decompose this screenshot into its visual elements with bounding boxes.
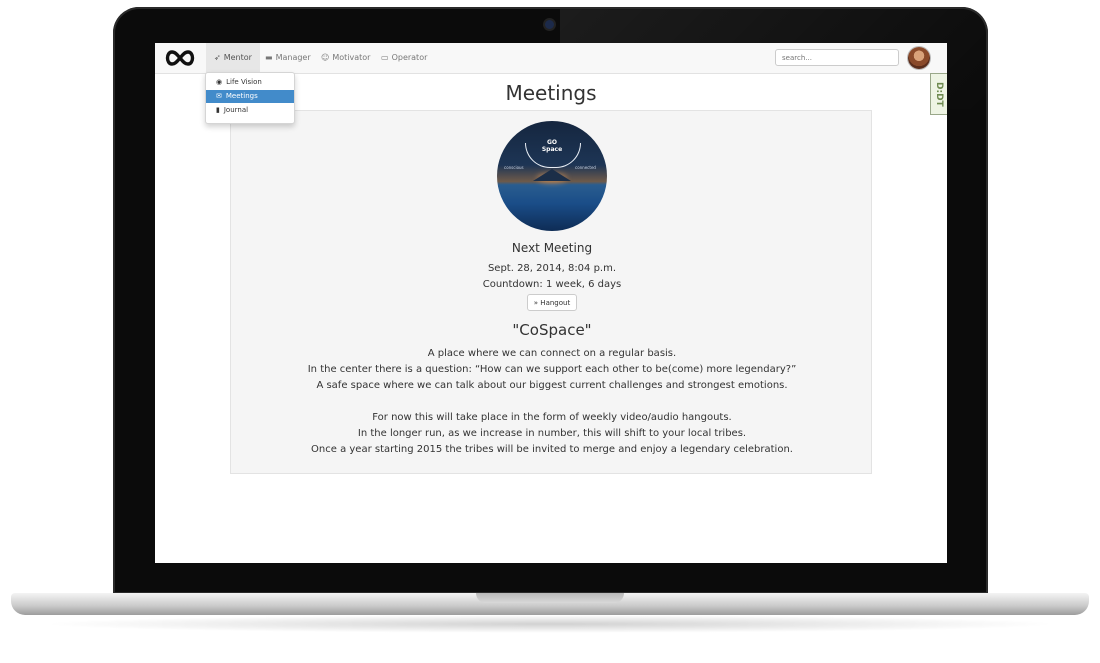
book-icon: ▮ [216,106,220,114]
briefcase-icon: ▬ [265,53,273,62]
meeting-date: Sept. 28, 2014, 8:04 p.m. [487,263,617,274]
nav-motivator-label: Motivator [332,53,371,62]
dropdown-item-label: Life Vision [226,78,262,86]
dropdown-item-life-vision[interactable]: ◉ Life Vision [206,76,294,89]
camera-icon [545,20,554,29]
logo-right-word: connected [575,165,596,170]
eye-icon: ◉ [216,78,223,86]
navbar: ➶ Mentor ▬ Manager ☺ Motivator ▭ Operator [155,43,947,74]
logo-line2: Space [541,146,563,153]
cospace-logo: GO Space conscious connected [497,121,607,231]
brand-logo-icon[interactable] [163,49,197,67]
description-line: In the center there is a question: “How … [307,364,797,375]
avatar[interactable] [908,47,930,69]
nav-motivator[interactable]: ☺ Motivator [313,43,378,73]
logo-left-word: conscious [504,165,524,170]
description-line: For now this will take place in the form… [372,412,732,423]
meeting-countdown: Countdown: 1 week, 6 days [482,279,622,290]
dropdown-item-meetings[interactable]: ✉ Meetings [206,90,294,103]
dropdown-item-label: Journal [223,106,249,114]
laptop-shadow [40,615,1060,633]
meeting-card: GO Space conscious connected Next Meetin… [230,110,872,474]
nav-operator-label: Operator [391,53,428,62]
description-line: A safe space where we can talk about our… [316,380,788,391]
comments-icon: ✉ [216,92,222,100]
logo-text: GO Space [497,139,607,153]
hangout-button[interactable]: » Hangout [527,294,577,311]
laptop-notch [476,593,624,603]
cospace-title: "CoSpace" [512,321,592,339]
next-meeting-heading: Next Meeting [511,241,593,255]
logo-line1: GO [546,139,558,146]
nav-operator[interactable]: ▭ Operator [373,43,435,73]
screen: ➶Mentor ▬Manager ☺Motivator ▭Operator ◉L… [155,43,947,563]
dropdown-item-journal[interactable]: ▮ Journal [206,104,294,117]
description-line: Once a year starting 2015 the tribes wil… [311,444,793,455]
smile-icon: ☺ [321,53,330,62]
rocket-icon: ➶ [214,53,221,62]
mentor-dropdown-menu: ◉ Life Vision ✉ Meetings ▮ Journal [205,72,295,124]
nav-manager[interactable]: ▬ Manager [257,43,319,73]
dropdown-item-label: Meetings [225,92,258,100]
monitor-icon: ▭ [381,53,389,62]
mountain-icon [533,169,571,181]
description-line: In the longer run, as we increase in num… [357,428,747,439]
nav-mentor-label: Mentor [223,53,252,62]
nav-manager-label: Manager [275,53,311,62]
description-line: A place where we can connect on a regula… [427,348,677,359]
search-input[interactable] [775,49,899,66]
nav-mentor[interactable]: ➶ Mentor [206,43,260,73]
